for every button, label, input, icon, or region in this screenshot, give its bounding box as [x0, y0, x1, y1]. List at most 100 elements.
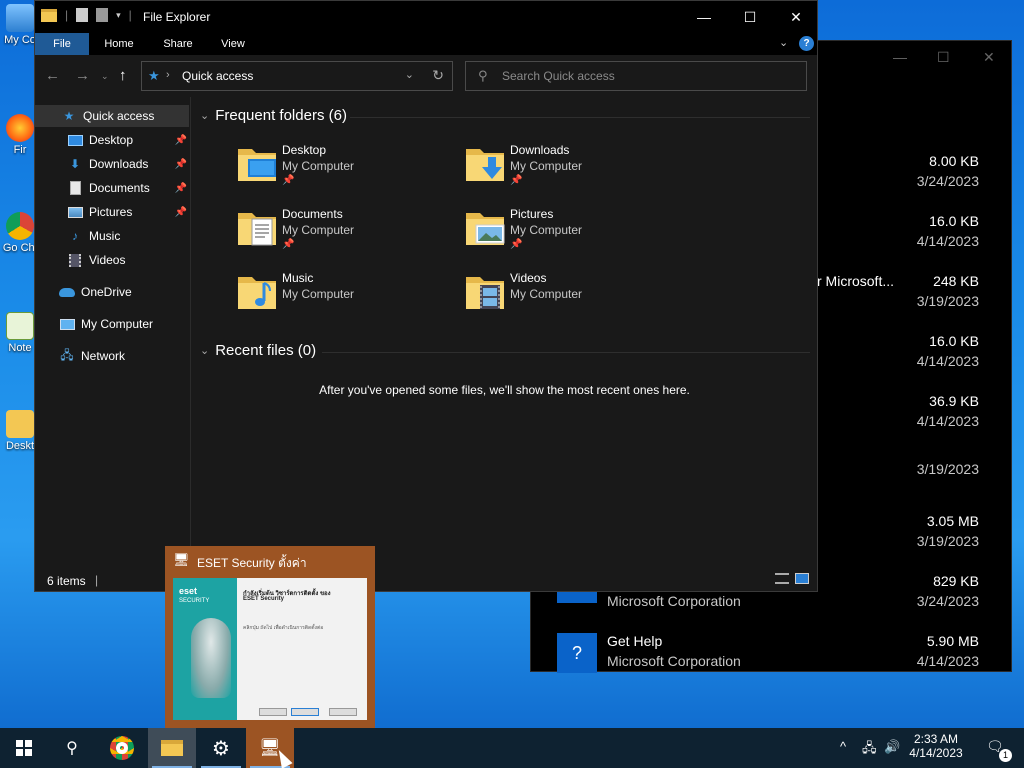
- music-icon: ♪: [72, 229, 78, 243]
- system-tray: ^ 🖧 🔊 2:33 AM 4/14/2023 🗨 1: [824, 728, 1024, 768]
- volume-icon[interactable]: 🔊: [884, 739, 900, 755]
- eset-installer-icon: 🖥: [173, 552, 190, 567]
- maximize-button[interactable]: ☐: [727, 1, 773, 33]
- clock[interactable]: 2:33 AM 4/14/2023: [906, 732, 966, 760]
- eset-window-thumbnail[interactable]: eset SECURITY กำลังเริ่มต้น วิซาร์ดการติ…: [173, 578, 367, 720]
- nav-videos[interactable]: Videos: [35, 249, 189, 271]
- nav-onedrive[interactable]: OneDrive: [35, 281, 189, 303]
- nav-quick-access[interactable]: ★ Quick access: [35, 105, 189, 127]
- pin-icon: 📌: [282, 239, 295, 250]
- nav-documents[interactable]: Documents 📌: [35, 177, 189, 199]
- folder-tile-music[interactable]: Music My Computer: [236, 269, 456, 329]
- file-explorer-icon: [161, 740, 183, 756]
- network-icon: 🖧: [60, 347, 74, 362]
- folder-name: Music: [282, 271, 314, 285]
- address-bar[interactable]: ★ › Quick access ⌄ ↻: [141, 61, 453, 91]
- search-input[interactable]: [502, 67, 792, 85]
- folder-tile-videos[interactable]: Videos My Computer: [464, 269, 684, 329]
- nav-label: OneDrive: [81, 285, 132, 299]
- tab-view[interactable]: View: [213, 33, 253, 55]
- pin-icon[interactable]: 📌: [175, 135, 187, 146]
- forward-button[interactable]: →: [75, 67, 90, 84]
- customize-toolbar-icon[interactable]: ▾: [116, 10, 121, 21]
- documents-folder-icon: [238, 213, 276, 246]
- close-button[interactable]: ✕: [773, 1, 819, 33]
- file-explorer-window[interactable]: | ▾ | File Explorer — ☐ ✕ File Home Shar…: [34, 0, 818, 592]
- new-folder-icon[interactable]: [96, 8, 109, 22]
- search-box[interactable]: ⚲: [465, 61, 807, 91]
- pin-icon[interactable]: 📌: [175, 207, 187, 218]
- maximize-icon[interactable]: ☐: [937, 49, 950, 66]
- tab-share[interactable]: Share: [155, 33, 201, 55]
- windows-logo-icon: [16, 740, 32, 756]
- breadcrumb-chevron-icon[interactable]: ›: [166, 69, 170, 81]
- app-size: 248 KB: [933, 273, 979, 289]
- group-divider: [322, 352, 810, 353]
- folder-tile-documents[interactable]: Documents My Computer 📌: [236, 205, 456, 265]
- address-dropdown-icon[interactable]: ⌄: [405, 68, 414, 81]
- frequent-folders-header[interactable]: ⌄ Frequent folders (6): [200, 107, 347, 124]
- pictures-folder-icon: [466, 213, 505, 245]
- show-hidden-icons-icon[interactable]: ^: [840, 739, 846, 754]
- app-date: 4/14/2023: [916, 653, 979, 669]
- breadcrumb[interactable]: Quick access: [182, 69, 253, 83]
- taskbar-settings[interactable]: ⚙: [197, 728, 245, 768]
- app-row-get-help[interactable]: ? Get Help Microsoft Corporation 5.90 MB…: [531, 621, 1011, 681]
- search-button[interactable]: ⚲: [48, 728, 96, 768]
- nav-network[interactable]: 🖧 Network: [35, 345, 189, 367]
- nav-downloads[interactable]: ⬇ Downloads 📌: [35, 153, 189, 175]
- taskbar-file-explorer[interactable]: [148, 728, 196, 768]
- toolbar-separator: |: [65, 8, 69, 22]
- recent-locations-icon[interactable]: ⌄: [101, 71, 109, 82]
- nav-music[interactable]: ♪ Music: [35, 225, 189, 247]
- app-size: 8.00 KB: [929, 153, 979, 169]
- title-bar[interactable]: | ▾ | File Explorer — ☐ ✕: [35, 1, 817, 33]
- folder-location: My Computer: [510, 159, 583, 173]
- eset-body-text: คลิกปุ่ม ถัดไป เพื่อดำเนินการติดตั้งต่อ: [243, 625, 324, 631]
- large-icons-view-icon[interactable]: [795, 573, 809, 584]
- network-icon[interactable]: 🖧: [862, 739, 877, 761]
- app-publisher: Microsoft Corporation: [607, 593, 741, 609]
- collapse-chevron-icon[interactable]: ⌄: [200, 344, 209, 357]
- folder-tile-desktop[interactable]: Desktop My Computer 📌: [236, 141, 456, 201]
- refresh-icon[interactable]: ↻: [432, 67, 444, 84]
- videos-folder-icon: [466, 277, 504, 309]
- eset-back-button: [259, 708, 287, 716]
- navigation-bar: ← → ⌄ ↑ ★ › Quick access ⌄ ↻ ⚲: [35, 55, 817, 97]
- folder-tile-downloads[interactable]: Downloads My Computer 📌: [464, 141, 684, 201]
- folder-tile-pictures[interactable]: Pictures My Computer 📌: [464, 205, 684, 265]
- folder-name: Documents: [282, 207, 343, 221]
- chrome-icon: [6, 212, 34, 240]
- start-button[interactable]: [0, 728, 48, 768]
- eset-taskbar-preview[interactable]: 🖥 ESET Security ตั้งค่า eset SECURITY กำ…: [165, 546, 375, 728]
- details-view-icon[interactable]: [775, 573, 789, 584]
- tab-file[interactable]: File: [35, 33, 89, 55]
- help-icon[interactable]: ?: [799, 36, 814, 51]
- nav-desktop[interactable]: Desktop 📌: [35, 129, 189, 151]
- eset-next-button: [291, 708, 319, 716]
- close-icon[interactable]: ✕: [983, 49, 995, 66]
- action-center-button[interactable]: 🗨 1: [986, 738, 1012, 762]
- onedrive-icon: [59, 285, 75, 299]
- collapse-chevron-icon[interactable]: ⌄: [200, 109, 209, 122]
- expand-ribbon-icon[interactable]: ⌄: [779, 36, 788, 49]
- back-button[interactable]: ←: [45, 67, 60, 84]
- taskbar-chrome[interactable]: [98, 728, 146, 768]
- nav-label: Downloads: [89, 157, 149, 171]
- nav-my-computer[interactable]: My Computer: [35, 313, 189, 335]
- downloads-folder-icon: [466, 149, 504, 181]
- properties-icon[interactable]: [76, 8, 89, 22]
- nav-pictures[interactable]: Pictures 📌: [35, 201, 189, 223]
- minimize-button[interactable]: —: [681, 1, 727, 33]
- ribbon-tabs: File Home Share View ⌄ ?: [35, 33, 817, 55]
- app-size: 36.9 KB: [929, 393, 979, 409]
- minimize-icon[interactable]: —: [893, 49, 907, 65]
- pin-icon[interactable]: 📌: [175, 159, 187, 170]
- recent-files-header[interactable]: ⌄ Recent files (0): [200, 342, 316, 359]
- pin-icon[interactable]: 📌: [175, 183, 187, 194]
- app-date: 3/19/2023: [916, 461, 979, 477]
- up-button[interactable]: ↑: [119, 67, 127, 84]
- tab-home[interactable]: Home: [97, 33, 141, 55]
- content-pane[interactable]: ⌄ Frequent folders (6) Desktop My Comput…: [192, 97, 817, 569]
- app-name: r Microsoft...: [817, 273, 895, 289]
